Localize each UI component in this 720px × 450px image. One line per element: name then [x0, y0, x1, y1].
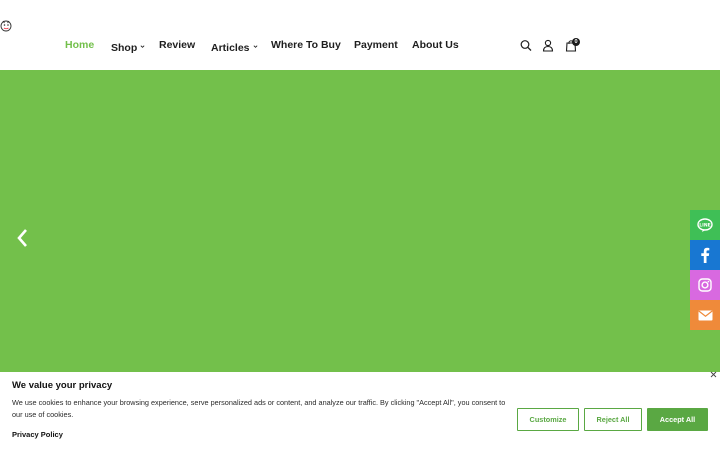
- close-icon[interactable]: [710, 371, 717, 378]
- email-share-button[interactable]: [690, 300, 720, 330]
- facebook-share-button[interactable]: [690, 240, 720, 270]
- instagram-icon: [698, 278, 712, 292]
- reject-all-button[interactable]: Reject All: [584, 408, 642, 431]
- email-icon: [697, 310, 713, 320]
- cart-count-badge: 0: [572, 38, 580, 46]
- nav-home[interactable]: Home: [65, 38, 94, 52]
- line-share-button[interactable]: LINE: [690, 210, 720, 240]
- nav-articles[interactable]: Articles: [211, 42, 250, 54]
- site-header: Home Shop Review Articles Where To Buy P…: [0, 0, 720, 70]
- account-icon[interactable]: [542, 39, 554, 52]
- chevron-left-icon[interactable]: [14, 226, 30, 250]
- hero-banner: [0, 70, 720, 372]
- facebook-icon: [701, 247, 710, 263]
- nav-where-to-buy[interactable]: Where To Buy: [271, 38, 341, 52]
- customize-button[interactable]: Customize: [517, 408, 579, 431]
- cookie-title: We value your privacy: [12, 380, 113, 391]
- nav-shop-wrapper[interactable]: Shop: [111, 38, 145, 56]
- svg-text:LINE: LINE: [699, 222, 710, 228]
- nav-shop[interactable]: Shop: [111, 42, 137, 54]
- search-icon[interactable]: [520, 39, 532, 52]
- nav-about-us[interactable]: About Us: [412, 38, 459, 52]
- chevron-down-icon: [253, 45, 257, 48]
- cookie-description: We use cookies to enhance your browsing …: [12, 398, 506, 419]
- line-icon: LINE: [697, 217, 713, 232]
- accept-all-button[interactable]: Accept All: [647, 408, 708, 431]
- nav-articles-wrapper[interactable]: Articles: [211, 38, 258, 56]
- brand-logo[interactable]: [0, 18, 14, 34]
- privacy-policy-link[interactable]: Privacy Policy: [12, 430, 63, 439]
- chevron-down-icon: [140, 45, 145, 48]
- instagram-share-button[interactable]: [690, 270, 720, 300]
- nav-review[interactable]: Review: [159, 38, 195, 52]
- nav-payment[interactable]: Payment: [354, 38, 398, 52]
